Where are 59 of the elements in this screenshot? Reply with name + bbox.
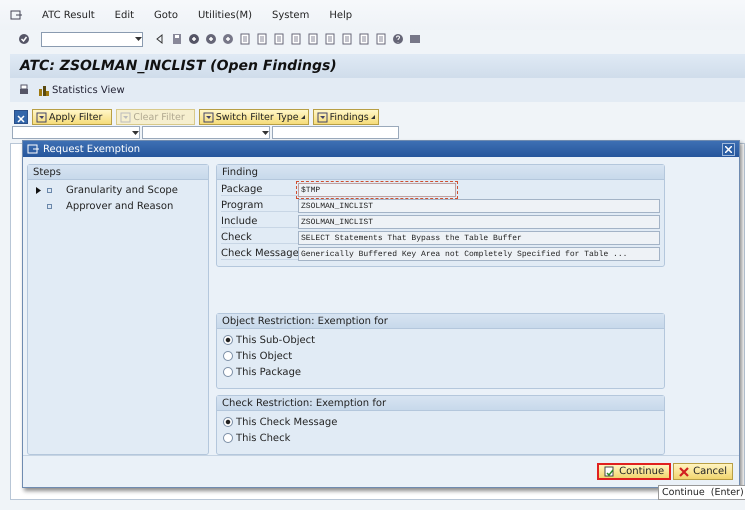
radio-option[interactable]: This Check Message — [217, 414, 664, 430]
radio-option[interactable]: This Check — [217, 430, 664, 446]
input-field[interactable]: ZSOLMAN_INCLIST — [298, 199, 660, 214]
command-field[interactable] — [41, 32, 143, 46]
filter-icon — [36, 112, 47, 122]
save-icon[interactable] — [171, 33, 183, 45]
statistics-view-button[interactable]: Statistics View — [38, 84, 125, 96]
help-icon[interactable] — [392, 33, 404, 45]
filter-toolbar-button[interactable]: Apply Filter — [32, 109, 112, 125]
input-field[interactable]: SELECT Statements That Bypass the Table Buffer — [298, 231, 660, 246]
menu-item[interactable]: Utilities(M) — [198, 10, 252, 20]
filter-field[interactable] — [272, 126, 399, 139]
radio-button[interactable] — [223, 367, 233, 378]
cancel-button[interactable]: Cancel — [673, 463, 733, 480]
step-bullet-icon — [47, 188, 52, 193]
dialog-icon[interactable] — [27, 143, 39, 156]
check-icon[interactable] — [18, 33, 30, 45]
menu-item[interactable]: Help — [329, 10, 352, 20]
close-button[interactable] — [14, 110, 28, 124]
dialog-title: Request Exemption — [43, 144, 142, 155]
input-field[interactable]: Generically Buffered Key Area not Completely Specified for Table ... — [298, 247, 660, 262]
radio-button[interactable] — [223, 335, 233, 346]
close-button[interactable] — [722, 142, 735, 156]
filter-toolbar-button[interactable]: Findings — [312, 109, 379, 125]
caret-icon[interactable] — [262, 130, 269, 134]
caret-icon[interactable] — [135, 37, 142, 41]
document-check-icon — [604, 466, 616, 478]
step-item[interactable]: Approver and Reason — [66, 200, 174, 212]
menu-item[interactable]: System — [272, 10, 310, 20]
screen-title: ATC: ZSOLMAN_INCLIST (Open Findings) — [20, 58, 337, 74]
panel-title: Finding — [222, 166, 258, 178]
menu-icon[interactable] — [10, 9, 22, 21]
caret-icon[interactable] — [132, 130, 139, 134]
panel-title: Steps — [33, 166, 61, 178]
input-field[interactable]: $TMP — [298, 183, 456, 198]
radio-option[interactable]: This Package — [217, 364, 664, 380]
step-bullet-icon — [47, 204, 52, 209]
bar-chart-icon — [38, 84, 49, 96]
panel-title: Object Restriction: Exemption for — [222, 316, 388, 327]
menu-item[interactable]: Edit — [114, 10, 134, 20]
continue-button[interactable]: Continue — [597, 463, 672, 480]
close-icon — [725, 146, 732, 153]
radio-button[interactable] — [223, 417, 233, 428]
filter-icon — [202, 112, 214, 122]
tooltip: Continue (Enter) — [658, 485, 745, 500]
filter-icon — [120, 112, 132, 122]
menu-item[interactable]: ATC Result — [42, 10, 95, 20]
radio-option[interactable]: This Sub-Object — [217, 332, 664, 348]
input-field[interactable]: ZSOLMAN_INCLIST — [298, 215, 660, 230]
menu-item[interactable]: Goto — [154, 10, 178, 20]
radio-option[interactable]: This Object — [217, 348, 664, 364]
cancel-icon — [679, 466, 690, 477]
step-item[interactable]: Granularity and Scope — [66, 184, 178, 196]
panel-title: Check Restriction: Exemption for — [222, 398, 386, 409]
radio-button[interactable] — [223, 351, 233, 362]
close-icon — [17, 115, 25, 123]
filter-toolbar-button[interactable]: Switch Filter Type — [198, 109, 309, 125]
radio-button[interactable] — [223, 433, 233, 444]
filter-icon — [316, 112, 328, 122]
